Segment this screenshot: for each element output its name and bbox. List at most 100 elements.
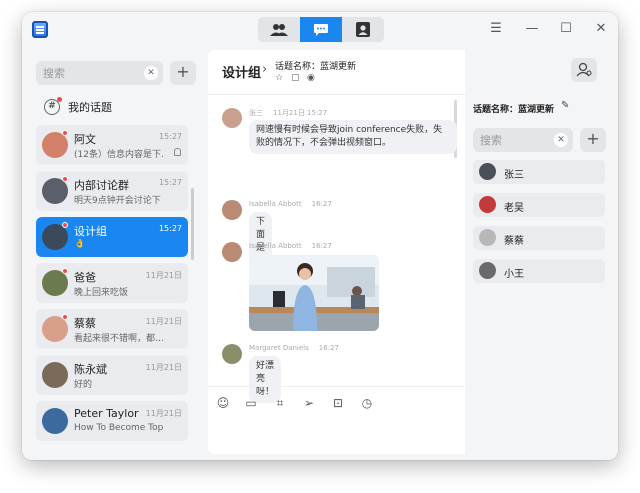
header-divider [208, 94, 465, 95]
conversation-name: Peter Taylor [74, 407, 139, 420]
clear-search-icon[interactable]: ✕ [554, 133, 568, 147]
minimize-icon[interactable]: — [523, 20, 541, 38]
list-item[interactable]: 陈永斌 11月21日 好的 [36, 355, 188, 395]
list-item[interactable]: 张三 [473, 160, 605, 184]
avatar [42, 362, 68, 388]
avatar [222, 200, 242, 220]
message-time: 16:27 [311, 242, 332, 250]
user-settings-icon [576, 62, 592, 77]
screenshot-icon[interactable]: ⊡ [331, 396, 345, 410]
conversation-time: 11月21日 [145, 409, 182, 418]
avatar [222, 108, 242, 128]
topic-hash-icon: # [44, 97, 62, 115]
member-search-input[interactable]: 搜索 ✕ [473, 128, 573, 152]
member-list: 张三 老吴 蔡蔡 小王 [473, 160, 605, 292]
add-conversation-button[interactable]: + [170, 61, 196, 85]
main-tab-switcher [258, 17, 384, 42]
contact-card-icon [356, 22, 370, 37]
list-item[interactable]: 小王 [473, 259, 605, 283]
list-item[interactable]: 蔡蔡 11月21日 看起来很不错啊，都… [36, 309, 188, 349]
close-icon[interactable]: ✕ [592, 20, 610, 38]
list-item[interactable]: 设计组 15:27 👌 [36, 217, 188, 257]
star-icon[interactable]: ☆ [275, 73, 285, 83]
tab-chat[interactable] [300, 17, 342, 42]
conversation-time: 15:27 [158, 132, 182, 141]
edit-pencil-icon[interactable]: ✎ [561, 100, 569, 111]
crop-icon[interactable]: ⌗ [273, 396, 287, 410]
conversation-time: 11月21日 [145, 271, 182, 280]
avatar [479, 163, 496, 180]
my-topics-entry[interactable]: # 我的话题 [44, 96, 112, 118]
avatar [479, 262, 496, 279]
member-name: 老吴 [504, 203, 524, 214]
clock-icon[interactable]: ◷ [360, 396, 374, 410]
maximize-icon[interactable]: ☐ [557, 20, 575, 38]
emoji-icon[interactable]: ☺ [216, 396, 230, 410]
topic-panel: 话题名称：蓝湖更新 ✎ 搜索 ✕ + 张三 老吴 蔡蔡 小王 [465, 50, 611, 454]
conversation-time: 15:27 [158, 178, 182, 187]
conversation-name: 爸爸 [74, 271, 96, 284]
tab-groups[interactable] [258, 17, 300, 42]
chat-title: 设计组 [222, 66, 262, 81]
people-icon [270, 23, 288, 36]
unread-dot [62, 176, 68, 182]
eye-icon[interactable]: ◉ [307, 73, 317, 83]
conversation-preview: 明天9点钟开会讨论下 [74, 196, 161, 206]
app-window: ☰ — ☐ ✕ 搜索 ✕ + # 我的话题 阿文 15:27 (12条）信息内容… [22, 12, 618, 460]
topic-panel-title: 话题名称：蓝湖更新 [473, 105, 555, 115]
conversation-sidebar: 搜索 ✕ + # 我的话题 阿文 15:27 (12条）信息内容是下... 内部… [30, 50, 204, 454]
message-time: 16:27 [318, 344, 339, 352]
my-topics-label: 我的话题 [68, 101, 112, 114]
list-item[interactable]: 阿文 15:27 (12条）信息内容是下... [36, 125, 188, 165]
mute-bell-icon [174, 148, 181, 156]
add-member-button[interactable]: + [580, 128, 606, 152]
search-placeholder: 搜索 [480, 134, 502, 147]
list-item[interactable]: 老吴 [473, 193, 605, 217]
app-logo-icon [32, 21, 48, 38]
unread-dot [62, 130, 68, 136]
message-bubble[interactable]: 网速慢有时候会导致join conference失败，失败的情况下，不会弹出视频… [249, 120, 457, 154]
conversation-preview: (12条）信息内容是下... [74, 150, 164, 160]
list-item[interactable]: 爸爸 11月21日 晚上回来吃饭 [36, 263, 188, 303]
message-meta: 张三 11月21日 15:27 [249, 108, 327, 118]
unread-dot [62, 268, 68, 274]
message-sender: 张三 [249, 109, 263, 117]
member-name: 蔡蔡 [504, 236, 524, 247]
conversation-name: 蔡蔡 [74, 317, 96, 330]
list-item[interactable]: Peter Taylor 11月21日 How To Become Top... [36, 401, 188, 441]
conversation-list: 阿文 15:27 (12条）信息内容是下... 内部讨论群 15:27 明天9点… [36, 125, 188, 447]
chat-panel: 设计组 › 话题名称：蓝湖更新 ☆ ▢ ◉ 张三 11月21日 15:27 网速慢… [208, 50, 465, 454]
menu-icon[interactable]: ☰ [487, 20, 505, 38]
conversation-preview: 看起来很不错啊，都… [74, 334, 164, 344]
conversation-preview: 好的 [74, 380, 93, 390]
tab-contacts[interactable] [342, 17, 384, 42]
message-composer[interactable]: ☺ ▭ ⌗ ➢ ⊡ ◷ [208, 386, 465, 454]
message-sender: Margaret Daniels [249, 344, 309, 352]
unread-dot [62, 222, 68, 228]
member-name: 张三 [504, 170, 524, 181]
message-meta: Isabella Abbott 16:27 [249, 200, 332, 208]
avatar [222, 242, 242, 262]
chevron-right-icon[interactable]: › [262, 62, 267, 77]
conversation-preview: 👌 [74, 239, 86, 249]
document-icon[interactable]: ▢ [291, 73, 301, 83]
chat-bubble-icon [314, 23, 328, 36]
topic-info-button[interactable] [571, 58, 597, 82]
avatar [222, 344, 242, 364]
conversation-name: 内部讨论群 [74, 179, 129, 192]
conversation-time: 15:27 [158, 224, 182, 233]
conversation-time: 11月21日 [145, 317, 182, 326]
conversation-name: 阿文 [74, 133, 96, 146]
search-placeholder: 搜索 [43, 67, 65, 80]
message-image[interactable] [249, 255, 379, 331]
member-name: 小王 [504, 269, 524, 280]
clear-search-icon[interactable]: ✕ [144, 66, 158, 80]
sidebar-scrollbar[interactable] [191, 188, 194, 260]
send-plane-icon[interactable]: ➢ [302, 396, 316, 410]
list-item[interactable]: 蔡蔡 [473, 226, 605, 250]
conversation-preview: 晚上回来吃饭 [74, 288, 129, 298]
folder-icon[interactable]: ▭ [244, 396, 258, 410]
topic-title: 话题名称：蓝湖更新 [275, 62, 357, 72]
list-item[interactable]: 内部讨论群 15:27 明天9点钟开会讨论下 [36, 171, 188, 211]
search-input[interactable]: 搜索 ✕ [36, 61, 163, 85]
